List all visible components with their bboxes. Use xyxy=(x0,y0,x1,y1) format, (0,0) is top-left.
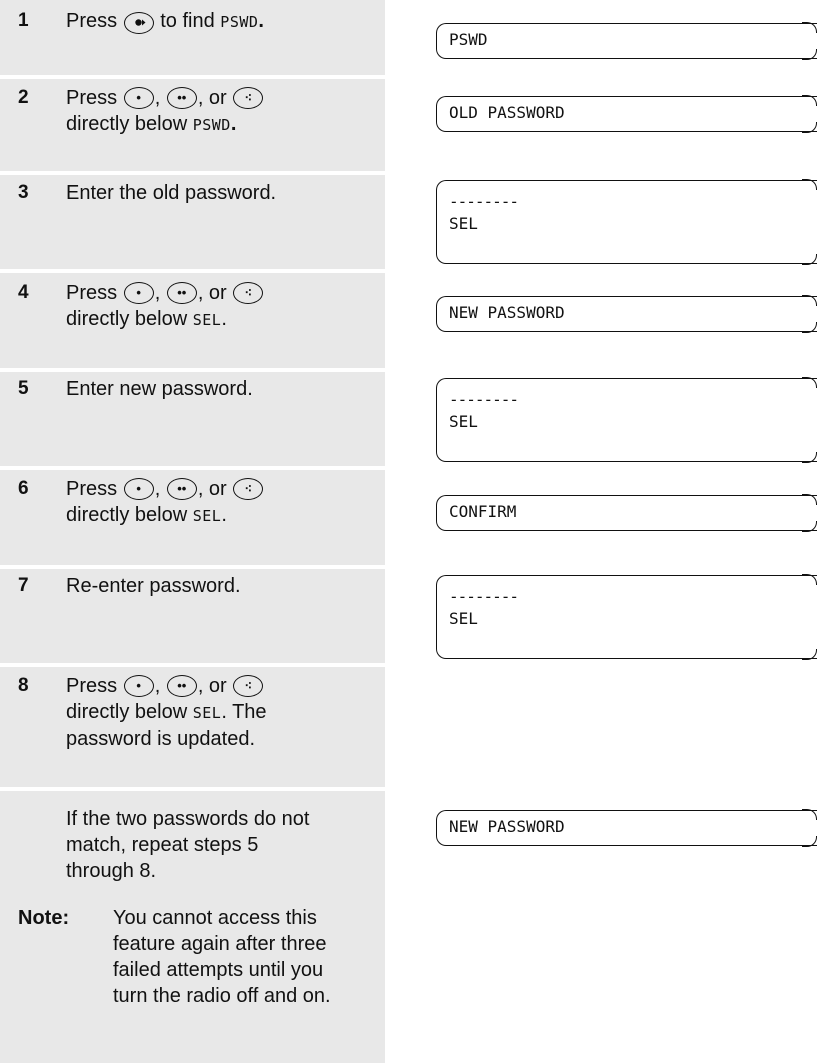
radio-display: PSWD xyxy=(436,22,817,60)
radio-display: -------- SEL xyxy=(436,179,817,265)
procedure-page: 1 Press to find PSWD. 2 Press •, ••, or … xyxy=(0,0,817,1063)
two-dot-button-icon: •• xyxy=(166,87,197,109)
one-dot-button-icon: • xyxy=(123,282,154,304)
three-dot-button-icon: ⁖ xyxy=(233,282,264,304)
step-text: Enter new password. xyxy=(66,378,253,400)
note-label: Note: xyxy=(18,907,70,929)
two-dot-button-icon: •• xyxy=(166,282,197,304)
display-term: PSWD xyxy=(192,116,231,134)
radio-display: NEW PASSWORD xyxy=(436,295,817,333)
one-dot-button-icon: • xyxy=(123,478,154,500)
step-number: 8 xyxy=(18,675,29,696)
step-text: Press •, ••, or ⁖ directly below SEL. xyxy=(66,476,384,529)
step-number: 7 xyxy=(18,575,29,596)
three-dot-button-icon: ⁖ xyxy=(233,675,264,697)
step-text: Enter the old password. xyxy=(66,182,277,204)
display-term: SEL xyxy=(192,311,222,329)
step-number: 2 xyxy=(18,87,29,108)
display-term: PSWD xyxy=(220,13,259,31)
step-number: 3 xyxy=(18,182,29,203)
one-dot-button-icon: • xyxy=(123,87,154,109)
step-number: 1 xyxy=(18,10,29,31)
radio-display: -------- SEL xyxy=(436,574,817,660)
step-text: Re-enter password. xyxy=(66,575,241,597)
radio-display: -------- SEL xyxy=(436,377,817,463)
step-text: Press to find PSWD. xyxy=(66,10,264,34)
note-text: You cannot access this feature again afte… xyxy=(113,907,331,1007)
step-text: Press •, ••, or ⁖ directly below SEL. Th… xyxy=(66,675,267,750)
three-dot-button-icon: ⁖ xyxy=(233,478,264,500)
mismatch-text: If the two passwords do not match, repeat… xyxy=(66,808,310,882)
step-number: 5 xyxy=(18,378,29,399)
radio-display: OLD PASSWORD xyxy=(436,95,817,133)
step-text: Press •, ••, or ⁖ directly below PSWD. xyxy=(66,85,384,138)
display-term: SEL xyxy=(192,507,222,525)
step-text: Press •, ••, or ⁖ directly below SEL. xyxy=(66,280,384,333)
radio-display: CONFIRM xyxy=(436,494,817,532)
one-dot-button-icon: • xyxy=(123,675,154,697)
display-term: SEL xyxy=(192,704,222,722)
step-number: 4 xyxy=(18,282,29,303)
two-dot-button-icon: •• xyxy=(166,478,197,500)
radio-display: NEW PASSWORD xyxy=(436,809,817,847)
step-number: 6 xyxy=(18,478,29,499)
two-dot-button-icon: •• xyxy=(166,675,197,697)
three-dot-button-icon: ⁖ xyxy=(233,87,264,109)
nav-right-button-icon xyxy=(123,12,154,34)
